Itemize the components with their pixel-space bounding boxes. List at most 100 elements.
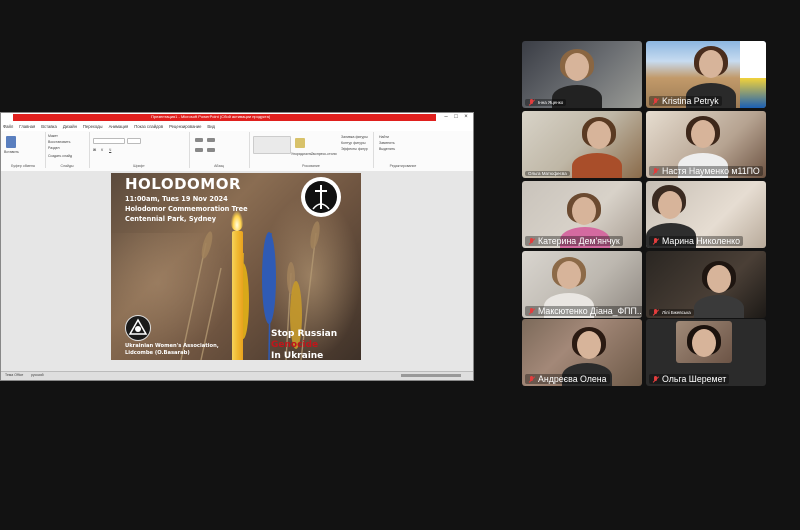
font-name-field[interactable]: [93, 138, 125, 144]
tab-view[interactable]: Вид: [207, 122, 215, 131]
ribbon-group-label: Абзац: [214, 164, 224, 168]
participant-name: Катерина Дем'янчук: [538, 236, 620, 246]
participant-nameplate: Настя Науменко м11ПО: [649, 166, 763, 176]
participant-tile[interactable]: Інна Яценко: [522, 41, 642, 108]
shape-effects-button[interactable]: Эффекты фигур: [341, 147, 368, 151]
tab-transitions[interactable]: Переходы: [83, 122, 103, 131]
slide-event-time: 11:00am, Tues 19 Nov 2024: [125, 195, 228, 203]
participant-nameplate: Катерина Дем'янчук: [525, 236, 623, 246]
font-size-field[interactable]: [127, 138, 141, 144]
participant-nameplate: Kristina Petryk: [649, 96, 722, 106]
ribbon-group-editing: Найти Заменить Выделить Редактирование: [373, 132, 433, 168]
slide[interactable]: HOLODOMOR 11:00am, Tues 19 Nov 2024 Holo…: [111, 173, 361, 360]
close-button[interactable]: ×: [462, 114, 470, 121]
participant-tile[interactable]: Настя Науменко м11ПО: [646, 111, 766, 178]
align-left-icon[interactable]: [195, 148, 203, 152]
mic-off-icon: [652, 97, 660, 105]
mic-off-icon: [528, 375, 536, 383]
holodomor-emblem: [301, 177, 341, 217]
window-title: Презентация1 - Microsoft PowerPoint (Сбо…: [151, 114, 271, 119]
candle-flame: [231, 211, 243, 231]
mic-off-icon: [528, 307, 536, 315]
participant-nameplate: Ольга Шеремет: [649, 374, 730, 384]
ribbon: Вставить Буфер обмена Макет Восстановить…: [1, 131, 473, 172]
participant-nameplate: Андреєва Олена: [525, 374, 610, 384]
org-line-1: Ukrainian Women's Association,: [125, 343, 219, 349]
bold-icon[interactable]: Ж: [93, 148, 96, 152]
ribbon-tabs: Файл Главная Вставка Дизайн Переходы Ани…: [1, 122, 473, 131]
participant-name: Інна Яценко: [538, 100, 564, 105]
mic-off-icon: [528, 99, 536, 106]
ribbon-group-label: Рисование: [302, 164, 320, 168]
participant-tile[interactable]: Ольга Матюфеєва: [522, 111, 642, 178]
participant-nameplate: Інна Яценко: [525, 99, 567, 106]
participant-tile[interactable]: Максютенко Діана_ФПП...: [522, 251, 642, 318]
paste-button[interactable]: Вставить: [4, 150, 19, 154]
slide-title: HOLODOMOR: [125, 175, 242, 193]
tab-slideshow[interactable]: Показ слайдов: [134, 122, 163, 131]
tab-home[interactable]: Главная: [19, 122, 35, 131]
status-language: русский: [31, 373, 44, 377]
participant-gallery: Інна Яценко Kristina Petryk Ольга Матюфе…: [522, 41, 767, 386]
shapes-gallery[interactable]: [253, 136, 291, 154]
quick-styles-button[interactable]: Экспресс-стили: [311, 152, 337, 156]
ribbon-group-label: Шрифт: [133, 164, 145, 168]
ribbon-group-paragraph: Абзац: [189, 132, 250, 168]
underline-icon[interactable]: Ч: [109, 148, 111, 152]
arrange-icon[interactable]: [295, 138, 305, 148]
slide-slogan: Stop Russian Genocide In Ukraine: [271, 329, 337, 360]
participant-tile[interactable]: Kristina Petryk: [646, 41, 766, 108]
tab-animations[interactable]: Анимация: [109, 122, 129, 131]
participant-nameplate: Максютенко Діана_ФПП...: [525, 306, 642, 316]
participant-tile[interactable]: Марина Николенко: [646, 181, 766, 248]
align-center-icon[interactable]: [207, 148, 215, 152]
shape-fill-button[interactable]: Заливка фигуры: [341, 135, 368, 139]
candle: [232, 231, 243, 360]
participant-name: Максютенко Діана_ФПП...: [538, 306, 642, 316]
minimize-button[interactable]: –: [442, 114, 450, 121]
select-button[interactable]: Выделить: [379, 147, 395, 151]
participant-name: Kristina Petryk: [662, 96, 719, 106]
status-theme: Тема Office: [5, 373, 24, 377]
slide-event-name: Holodomor Commemoration Tree: [125, 205, 248, 213]
bullets-icon[interactable]: [195, 138, 203, 142]
participant-tile[interactable]: Ольга Шеремет: [646, 319, 766, 386]
zoom-slider[interactable]: [401, 374, 461, 377]
slide-organization: Ukrainian Women's Association, Lidcombe …: [125, 343, 219, 357]
maximize-button[interactable]: □: [452, 114, 460, 121]
participant-nameplate: Марина Николенко: [649, 236, 743, 246]
paste-icon[interactable]: [6, 136, 16, 148]
participant-name: Андреєва Олена: [538, 374, 607, 384]
participant-name: Ольга Матюфеєва: [528, 171, 567, 176]
mic-off-icon: [652, 375, 660, 383]
ribbon-group-slides: Макет Восстановить Раздел Создать слайд …: [45, 132, 90, 168]
arrange-button[interactable]: Упорядочить: [291, 152, 312, 156]
tab-review[interactable]: Рецензирование: [169, 122, 201, 131]
tab-insert[interactable]: Вставка: [41, 122, 57, 131]
find-button[interactable]: Найти: [379, 135, 389, 139]
ribbon-group-drawing: Упорядочить Экспресс-стили Заливка фигур…: [249, 132, 374, 168]
mic-off-icon: [652, 237, 660, 245]
ribbon-group-font: Ж К Ч Шрифт: [89, 132, 190, 168]
reset-button[interactable]: Восстановить: [48, 140, 70, 144]
participant-tile[interactable]: Лілі Бжевська: [646, 251, 766, 318]
shape-outline-button[interactable]: Контур фигуры: [341, 141, 365, 145]
participant-nameplate: Ольга Матюфеєва: [525, 171, 570, 176]
participant-avatar: [676, 321, 732, 363]
numbering-icon[interactable]: [207, 138, 215, 142]
layout-button[interactable]: Макет: [48, 134, 58, 138]
ribbon-group-label: Буфер обмена: [11, 164, 35, 168]
tab-design[interactable]: Дизайн: [63, 122, 77, 131]
section-button[interactable]: Раздел: [48, 146, 60, 150]
participant-tile[interactable]: Катерина Дем'янчук: [522, 181, 642, 248]
new-slide-button[interactable]: Создать слайд: [48, 154, 72, 158]
tab-file[interactable]: Файл: [3, 122, 13, 131]
ribbon-group-label: Редактирование: [389, 164, 417, 168]
italic-icon[interactable]: К: [101, 148, 103, 152]
slide-event-location: Centennial Park, Sydney: [125, 215, 217, 223]
org-line-2: Lidcombe (O.Basarab): [125, 350, 190, 356]
replace-button[interactable]: Заменить: [379, 141, 395, 145]
shared-screen-window: Презентация1 - Microsoft PowerPoint (Сбо…: [0, 112, 474, 381]
participant-tile[interactable]: Андреєва Олена: [522, 319, 642, 386]
window-titlebar: Презентация1 - Microsoft PowerPoint (Сбо…: [1, 113, 473, 122]
